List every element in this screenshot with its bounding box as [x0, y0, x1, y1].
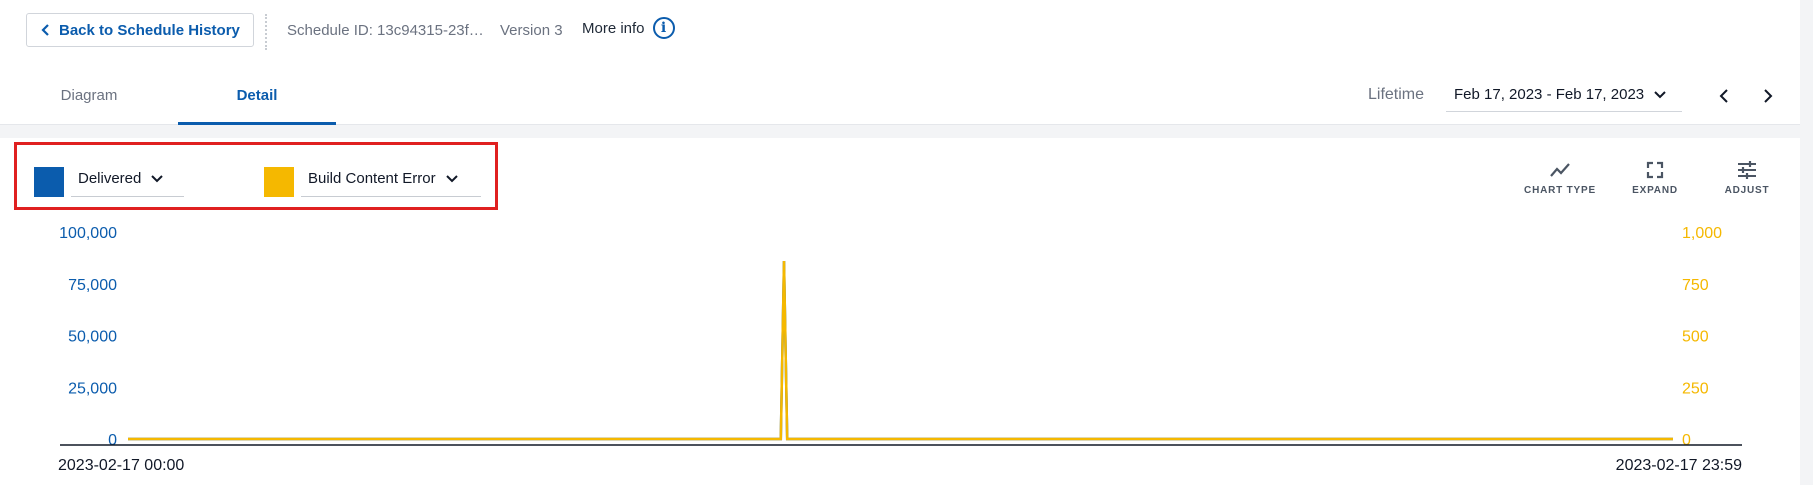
left-axis-tick-label: 50,000: [68, 329, 117, 346]
left-axis-tick-label: 25,000: [68, 380, 117, 397]
right-axis-tick-label: 1,000: [1682, 225, 1722, 242]
x-axis-start-label: 2023-02-17 00:00: [58, 457, 184, 474]
series-line-build-content-error: [128, 260, 1673, 441]
right-axis-tick-label: 500: [1682, 329, 1709, 346]
left-axis-tick-label: 100,000: [59, 225, 117, 242]
right-axis-tick-label: 250: [1682, 380, 1709, 397]
line-chart: 100,000 75,000 50,000 25,000 0 1,000 750 500 25…: [58, 225, 1742, 474]
left-axis-tick-label: 75,000: [68, 277, 117, 294]
right-axis-tick-label: 0: [1682, 432, 1691, 449]
x-axis-end-label: 2023-02-17 23:59: [1616, 457, 1742, 474]
right-axis-tick-label: 750: [1682, 277, 1709, 294]
left-axis-tick-label: 0: [108, 432, 117, 449]
series-line-delivered: [128, 260, 1673, 441]
